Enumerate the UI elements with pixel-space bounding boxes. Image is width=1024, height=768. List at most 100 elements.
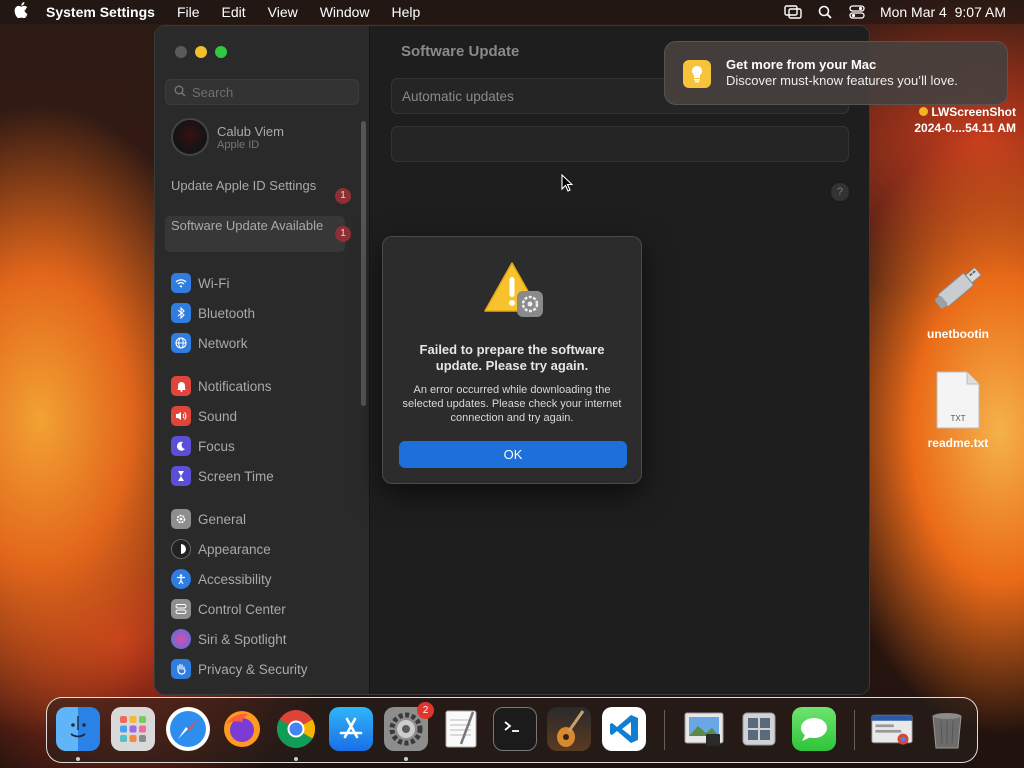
update-status-row bbox=[391, 126, 849, 162]
hand-icon bbox=[171, 659, 191, 679]
vscode-icon bbox=[610, 715, 638, 743]
safari-icon bbox=[170, 711, 206, 747]
sidebar-item-label: Appearance bbox=[198, 541, 271, 557]
terminal-icon bbox=[504, 721, 519, 732]
running-indicator bbox=[294, 757, 298, 761]
running-indicator bbox=[76, 757, 80, 761]
desktop-item-unetbootin[interactable]: unetbootin bbox=[913, 258, 1003, 341]
sidebar-item-accessibility[interactable]: Accessibility bbox=[171, 569, 272, 589]
ok-button[interactable]: OK bbox=[399, 441, 627, 468]
account-subtitle: Apple ID bbox=[217, 138, 260, 151]
dock-app-store[interactable] bbox=[329, 707, 373, 751]
sidebar-item-label: Network bbox=[198, 335, 248, 351]
accessibility-icon bbox=[171, 569, 191, 589]
file-type-tag: TXT bbox=[950, 414, 966, 423]
dock-textedit[interactable] bbox=[439, 707, 483, 751]
menu-window[interactable]: Window bbox=[309, 4, 381, 20]
dock-terminal[interactable] bbox=[493, 707, 537, 751]
sidebar-scrollbar[interactable] bbox=[361, 121, 366, 406]
sidebar-item-bluetooth[interactable]: Bluetooth bbox=[171, 303, 255, 323]
alert-title: Failed to prepare the software update. P… bbox=[419, 342, 605, 373]
dock-chrome[interactable] bbox=[274, 707, 318, 751]
dock-garageband[interactable] bbox=[547, 707, 591, 751]
apple-menu-icon[interactable] bbox=[0, 1, 42, 23]
menu-view[interactable]: View bbox=[257, 4, 309, 20]
dock-preview[interactable] bbox=[682, 707, 726, 751]
dock-boot-camp[interactable] bbox=[737, 707, 781, 751]
notification-body: Discover must-know features you’ll love. bbox=[726, 73, 958, 88]
dock-launchpad[interactable] bbox=[111, 707, 155, 751]
downloads-stack-icon bbox=[871, 714, 913, 745]
spotlight-search-icon[interactable] bbox=[816, 5, 834, 19]
sidebar-item-label: Control Center bbox=[198, 601, 286, 617]
sidebar-item-focus[interactable]: Focus bbox=[171, 436, 235, 456]
sidebar-item-screen-time[interactable]: Screen Time bbox=[171, 466, 274, 486]
desktop-item-label: readme.txt bbox=[927, 436, 989, 450]
minimize-button[interactable] bbox=[195, 46, 207, 58]
sidebar-item-label: Focus bbox=[198, 438, 235, 454]
sidebar-item-network[interactable]: Network bbox=[171, 333, 248, 353]
sidebar-item-label: Accessibility bbox=[198, 571, 272, 587]
text-file-icon: TXT bbox=[935, 370, 981, 430]
desktop-screenshot-file[interactable]: LWScreenShot 2024-0....54.11 AM bbox=[900, 104, 1016, 136]
zoom-button[interactable] bbox=[215, 46, 227, 58]
menu-app-name[interactable]: System Settings bbox=[42, 4, 166, 20]
automatic-updates-label: Automatic updates bbox=[402, 89, 514, 104]
dock-safari[interactable] bbox=[166, 707, 210, 751]
dock-messages[interactable] bbox=[792, 707, 836, 751]
sidebar-search[interactable] bbox=[165, 79, 359, 105]
app-store-icon bbox=[339, 717, 363, 739]
sidebar-item-label: Sound bbox=[198, 408, 238, 424]
tag-dot-icon bbox=[919, 107, 929, 116]
screenshot-name: LWScreenShot bbox=[931, 105, 1016, 119]
screen-mirroring-icon[interactable] bbox=[784, 5, 802, 19]
search-input[interactable] bbox=[192, 84, 342, 100]
chrome-icon bbox=[276, 710, 316, 748]
sidebar-item-privacy-security[interactable]: Privacy & Security bbox=[171, 659, 308, 679]
desktop-item-readme[interactable]: TXT readme.txt bbox=[913, 370, 1003, 450]
menu-clock[interactable]: Mon Mar 4 9:07 AM bbox=[880, 4, 1006, 20]
dock-separator bbox=[854, 710, 855, 750]
control-center-icon[interactable] bbox=[848, 5, 866, 19]
dock-finder[interactable] bbox=[56, 707, 100, 751]
notification-banner[interactable]: Get more from your Mac Discover must-kno… bbox=[664, 41, 1008, 105]
messages-icon bbox=[801, 718, 827, 741]
sidebar-item-siri-spotlight[interactable]: Siri & Spotlight bbox=[171, 629, 287, 649]
sidebar-item-appearance[interactable]: Appearance bbox=[171, 539, 271, 559]
sidebar-item-notifications[interactable]: Notifications bbox=[171, 376, 272, 396]
warning-icon bbox=[483, 261, 545, 319]
menu-file[interactable]: File bbox=[166, 4, 211, 20]
dock-firefox[interactable] bbox=[220, 707, 264, 751]
dock-vscode[interactable] bbox=[602, 707, 646, 751]
globe-icon bbox=[171, 333, 191, 353]
sidebar-notice-software-update[interactable]: Software Update Available 1 bbox=[165, 216, 351, 252]
menu-help[interactable]: Help bbox=[381, 4, 432, 20]
launchpad-icon bbox=[120, 716, 146, 742]
sidebar-item-wifi[interactable]: Wi-Fi bbox=[171, 273, 229, 293]
sidebar-item-label: Privacy & Security bbox=[198, 661, 308, 677]
dock-downloads-stack[interactable] bbox=[870, 707, 914, 751]
search-icon bbox=[174, 85, 186, 100]
sidebar-item-control-center[interactable]: Control Center bbox=[171, 599, 286, 619]
menu-edit[interactable]: Edit bbox=[211, 4, 257, 20]
boot-camp-icon bbox=[742, 712, 776, 746]
finder-icon bbox=[70, 716, 86, 738]
sidebar-notice-apple-id[interactable]: Update Apple ID Settings 1 bbox=[165, 178, 351, 214]
textedit-icon bbox=[445, 710, 477, 748]
sidebar-item-label: Wi-Fi bbox=[198, 275, 230, 291]
gear-icon bbox=[171, 509, 191, 529]
sidebar-item-sound[interactable]: Sound bbox=[171, 406, 237, 426]
close-button[interactable] bbox=[175, 46, 187, 58]
dock-trash[interactable] bbox=[925, 707, 969, 751]
sidebar-item-general[interactable]: General bbox=[171, 509, 246, 529]
notification-badge: 2 bbox=[417, 702, 434, 719]
apple-id-account[interactable]: Calub Viem Apple ID bbox=[171, 118, 284, 156]
bell-icon bbox=[171, 376, 191, 396]
appearance-icon bbox=[171, 539, 191, 559]
help-button[interactable]: ? bbox=[831, 183, 849, 201]
dock-system-settings[interactable]: 2 bbox=[384, 702, 434, 751]
menu-bar: System Settings File Edit View Window He… bbox=[0, 0, 1024, 24]
sidebar-item-label: Notifications bbox=[198, 378, 272, 394]
window-controls bbox=[175, 46, 227, 58]
trash-icon bbox=[932, 713, 962, 749]
